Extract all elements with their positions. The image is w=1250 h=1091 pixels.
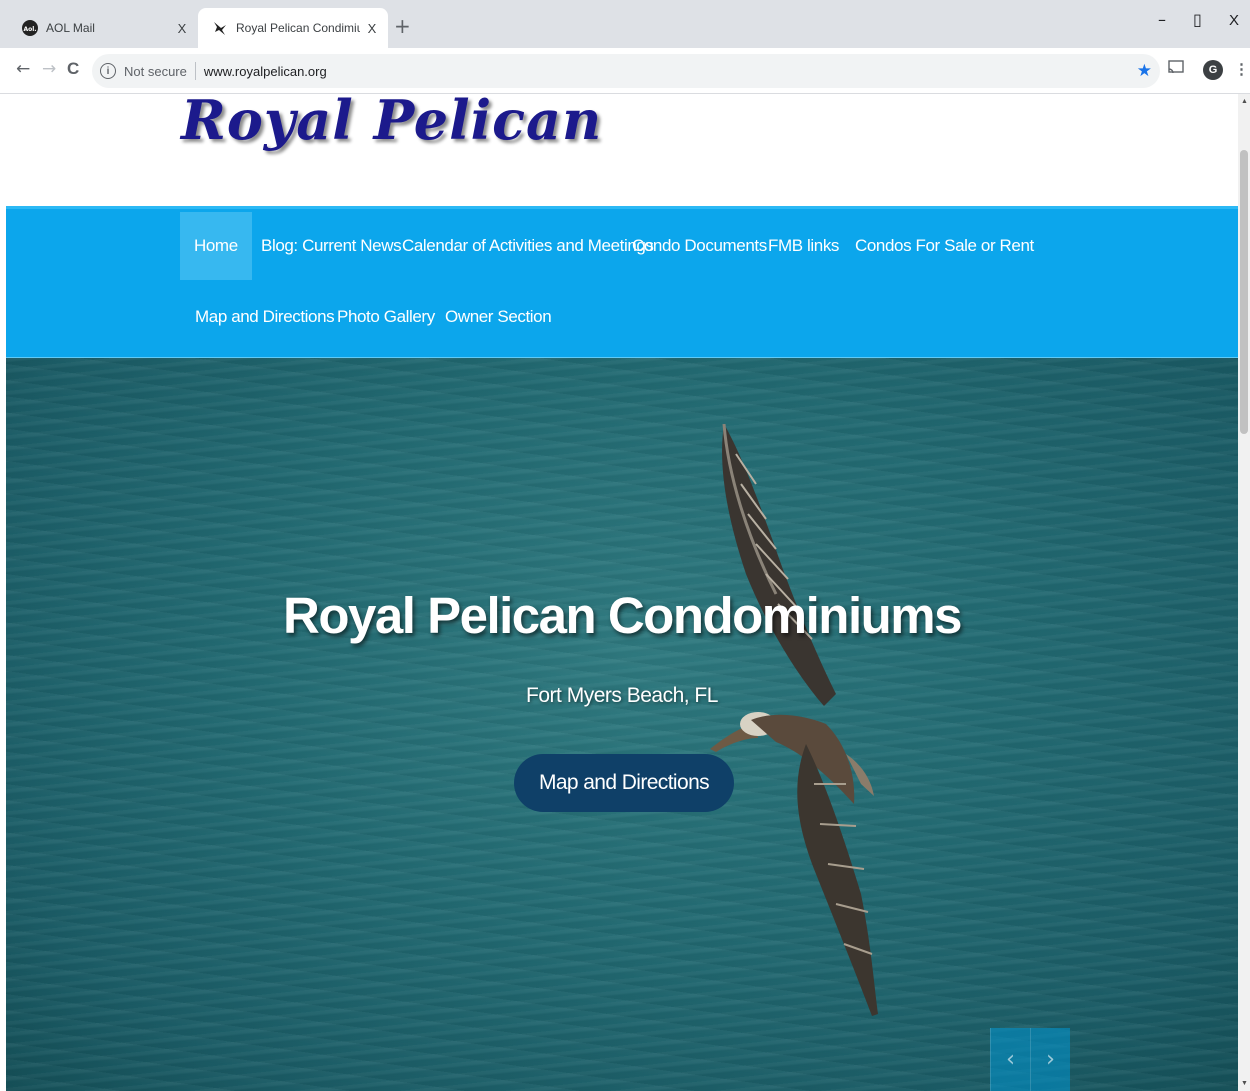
forward-arrow-icon[interactable]: → (42, 59, 56, 79)
scroll-down-icon[interactable]: ▼ (1241, 1080, 1248, 1087)
nav-item-photo-gallery[interactable]: Photo Gallery (323, 283, 449, 351)
minimize-button[interactable]: – (1158, 10, 1166, 29)
tab-close-icon[interactable]: X (360, 21, 384, 36)
slider-controls: ‹ › (990, 1028, 1070, 1091)
tab-close-icon[interactable]: X (170, 21, 194, 36)
page-scrollbar[interactable]: ▲ ▼ (1238, 94, 1250, 1091)
hero-subtitle: Fort Myers Beach, FL (526, 684, 718, 707)
info-icon[interactable]: i (100, 63, 116, 79)
scrollbar-thumb[interactable] (1240, 150, 1248, 434)
cast-icon[interactable] (1168, 60, 1184, 78)
nav-item-owner-section[interactable]: Owner Section (431, 283, 565, 351)
browser-toolbar: ← → C i Not secure www.royalpelican.org … (0, 48, 1250, 94)
nav-item-home[interactable]: Home (180, 212, 252, 280)
hero-slider: Royal Pelican Condominiums Fort Myers Be… (6, 358, 1238, 1091)
reload-icon[interactable]: C (67, 59, 79, 79)
aol-favicon-icon: Aol. (22, 20, 38, 36)
tab-title: AOL Mail (46, 21, 95, 35)
url-text[interactable]: www.royalpelican.org (204, 64, 327, 79)
new-tab-button[interactable]: + (394, 14, 411, 38)
nav-item-condos-for-sale[interactable]: Condos For Sale or Rent (841, 212, 1048, 280)
nav-item-fmb-links[interactable]: FMB links (754, 212, 853, 280)
menu-kebab-icon[interactable]: ⋮ (1234, 60, 1249, 78)
main-navigation: Home Blog: Current News Calendar of Acti… (6, 206, 1238, 358)
pelican-favicon-icon (212, 20, 228, 36)
divider (194, 62, 196, 80)
close-window-button[interactable]: X (1229, 12, 1239, 29)
hero-title: Royal Pelican Condominiums (283, 587, 962, 644)
tab-royal-pelican[interactable]: Royal Pelican Condimiums X (198, 8, 388, 48)
profile-avatar[interactable]: G (1203, 60, 1223, 80)
slider-prev-icon[interactable]: ‹ (990, 1028, 1030, 1091)
address-bar[interactable]: i Not secure www.royalpelican.org ★ (92, 54, 1160, 88)
browser-tab-strip: Aol. AOL Mail X Royal Pelican Condimiums… (0, 0, 1250, 48)
map-directions-button[interactable]: Map and Directions (514, 754, 734, 812)
tab-aol-mail[interactable]: Aol. AOL Mail X (8, 8, 198, 48)
site-logo[interactable]: Royal Pelican (181, 94, 602, 152)
bookmark-star-icon[interactable]: ★ (1137, 61, 1152, 81)
security-label: Not secure (124, 63, 187, 79)
pelican-image (710, 424, 878, 1016)
slider-next-icon[interactable]: › (1030, 1028, 1070, 1091)
tab-title: Royal Pelican Condimiums (236, 21, 360, 35)
svg-text:Aol.: Aol. (23, 26, 36, 33)
scroll-up-icon[interactable]: ▲ (1241, 98, 1248, 105)
back-arrow-icon[interactable]: ← (16, 59, 30, 79)
maximize-button[interactable]: ▯ (1193, 10, 1202, 29)
page-viewport: Royal Pelican Home Blog: Current News Ca… (6, 94, 1238, 1091)
